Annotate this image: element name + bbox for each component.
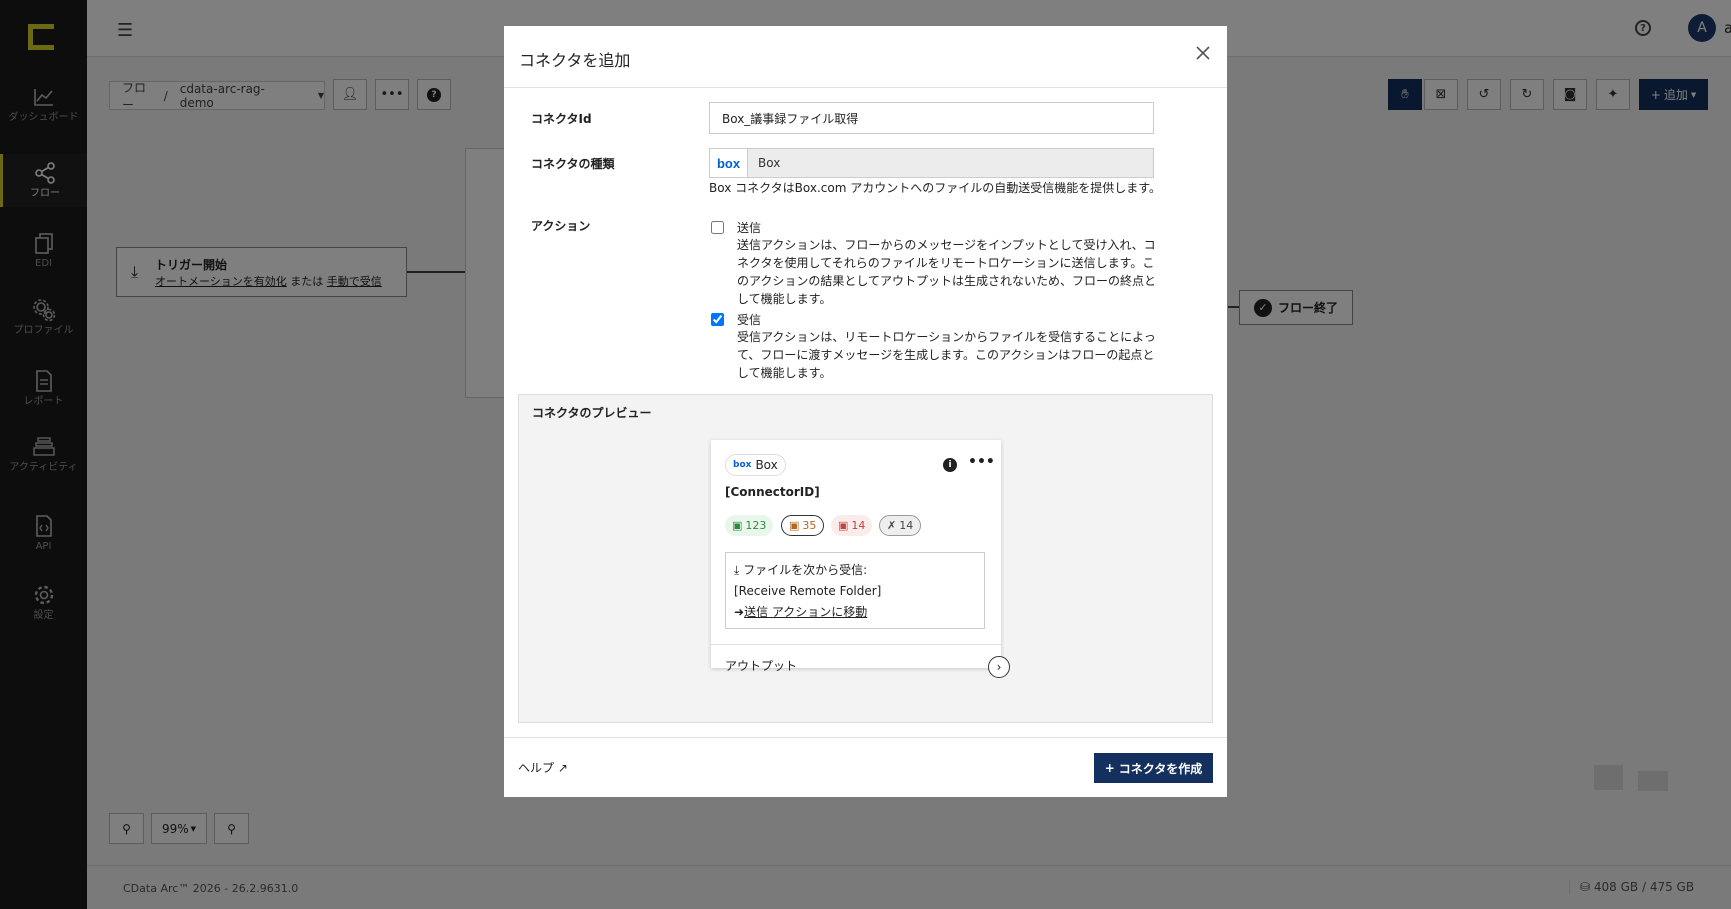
file-skip-icon: ✗ [887, 519, 897, 532]
help-label: ヘルプ [518, 761, 555, 775]
goto-send-link[interactable]: 送信 アクションに移動 [744, 605, 867, 619]
skipped-count-badge[interactable]: ✗ 14 [879, 515, 922, 536]
receive-action-description: 受信アクションは、リモートロケーションからファイルを受信することによって、フロー… [737, 330, 1156, 380]
connector-type-value: Box [758, 156, 781, 170]
action-label: アクション [531, 219, 591, 233]
success-count-badge[interactable]: ▣ 123 [725, 515, 774, 536]
external-link-icon: ↗ [557, 761, 568, 775]
connector-type-description: Box コネクタはBox.com アカウントへのファイルの自動送受信機能を提供し… [709, 181, 1162, 195]
arrow-right-icon: ➜ [734, 605, 745, 619]
download-icon: ⤓ [734, 563, 740, 577]
send-action-description: 送信アクションは、フローからのメッセージをインプットとして受け入れ、コネクタを使… [737, 238, 1157, 306]
receive-action-title: 受信 [737, 313, 762, 327]
badge-count: 14 [899, 519, 914, 532]
connector-type-tag: box Box [725, 454, 786, 476]
dialog-footer: ヘルプ ↗ + コネクタを作成 [504, 737, 1227, 797]
preview-connector-id: [ConnectorID] [725, 485, 820, 499]
create-label: コネクタを作成 [1118, 761, 1203, 776]
ellipsis-icon[interactable]: ••• [968, 454, 995, 470]
connector-type-field: box Box [709, 148, 1154, 178]
receive-label: ファイルを次から受信: [743, 563, 868, 577]
dialog-header: コネクタを追加 [504, 26, 1227, 88]
receive-folder: [Receive Remote Folder] [734, 584, 882, 598]
connector-id-input[interactable]: Box_議事録ファイル取得 [709, 102, 1154, 134]
badge-count: 35 [802, 519, 817, 532]
close-icon[interactable] [1195, 42, 1215, 66]
badge-count: 14 [851, 519, 866, 532]
connector-preview-card: box Box i ••• [ConnectorID] ▣ 123 ▣ 35 ▣… [711, 440, 1010, 678]
error-count-badge[interactable]: ▣ 14 [831, 515, 873, 536]
send-action-title: 送信 [737, 221, 762, 235]
receive-info-box: ⤓ ファイルを次から受信: [Receive Remote Folder] ➜送… [725, 552, 985, 629]
tag-label: Box [755, 458, 778, 472]
preview-title: コネクタのプレビュー [532, 406, 652, 420]
box-logo-icon: box [733, 460, 752, 470]
create-connector-button[interactable]: + コネクタを作成 [1094, 753, 1213, 783]
plus-icon: + [1104, 761, 1115, 775]
help-link[interactable]: ヘルプ ↗ [518, 759, 568, 776]
send-checkbox[interactable] [711, 221, 724, 234]
file-error-icon: ▣ [838, 519, 849, 532]
receive-checkbox[interactable] [711, 313, 724, 326]
chevron-right-icon[interactable]: › [988, 656, 1010, 678]
info-icon[interactable]: i [943, 458, 957, 472]
connector-id-label: コネクタId [531, 112, 592, 126]
badge-count: 123 [745, 519, 767, 532]
file-check-icon: ▣ [732, 519, 743, 532]
add-connector-dialog: コネクタを追加 コネクタId Box_議事録ファイル取得 コネクタの種類 box… [504, 26, 1227, 797]
file-pending-icon: ▣ [789, 519, 800, 532]
connector-type-label: コネクタの種類 [531, 157, 615, 171]
connector-preview-section: コネクタのプレビュー box Box i ••• [ConnectorID] ▣… [518, 394, 1213, 723]
box-logo-icon: box [710, 149, 748, 177]
dialog-title: コネクタを追加 [519, 51, 631, 70]
output-label: アウトプット [725, 659, 798, 673]
divider [711, 644, 1001, 645]
pending-count-badge[interactable]: ▣ 35 [781, 515, 825, 536]
